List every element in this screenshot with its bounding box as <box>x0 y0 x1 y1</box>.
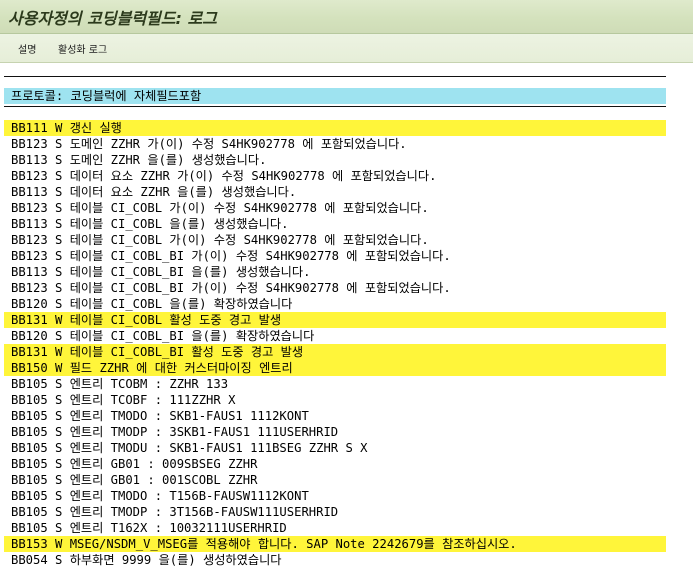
application-toolbar: 설명 활성화 로그 <box>0 34 693 63</box>
log-line: BB105 S 엔트리 TMODP : 3T156B-FAUSW111USERH… <box>11 505 339 519</box>
log-line: BB123 S 테이블 CI_COBL 가(이) 수정 S4HK902778 에… <box>11 201 429 215</box>
log-line: BB105 S 엔트리 GB01 : 009SBSEG ZZHR <box>11 457 258 471</box>
title-bar: 사용자정의 코딩블럭필드: 로그 <box>0 0 693 34</box>
log-line: BB123 S 데이터 요소 ZZHR 가(이) 수정 S4HK902778 에… <box>11 169 437 183</box>
log-line: BB105 S 엔트리 T162X : 10032111USERHRID <box>11 521 287 535</box>
log-line: BB054 S 하부화면 9999 을(를) 생성하였습니다 <box>11 553 282 567</box>
log-line: BB111 W 갱신 실행 <box>4 120 666 136</box>
header-separator <box>4 106 666 107</box>
log-line: BB105 S 엔트리 TMODU : SKB1-FAUS1 111BSEG Z… <box>11 441 368 455</box>
window-title: 사용자정의 코딩블럭필드: 로그 <box>8 9 217 28</box>
protocol-header: 프로토콜: 코딩블럭에 자체필드포함 <box>4 88 666 104</box>
log-line: BB113 S 테이블 CI_COBL_BI 을(를) 생성했습니다. <box>11 265 311 279</box>
log-line: BB123 S 도메인 ZZHR 가(이) 수정 S4HK902778 에 포함… <box>11 137 407 151</box>
log-line: BB105 S 엔트리 TMODO : T156B-FAUSW1112KONT <box>11 489 309 503</box>
log-line: BB113 S 도메인 ZZHR 을(를) 생성했습니다. <box>11 153 267 167</box>
log-content-area: 프로토콜: 코딩블럭에 자체필드포함 BB111 W 갱신 실행 BB123 S … <box>0 63 693 587</box>
log-line: BB150 W 필드 ZZHR 에 대한 커스터마이징 엔트리 <box>4 360 666 376</box>
log-line: BB131 W 테이블 CI_COBL_BI 활성 도중 경고 발생 <box>4 344 666 360</box>
log-message-list: BB111 W 갱신 실행 BB123 S 도메인 ZZHR 가(이) 수정 S4… <box>4 120 666 568</box>
log-line: BB105 S 엔트리 TMODP : 3SKB1-FAUS1 111USERH… <box>11 425 339 439</box>
log-line: BB131 W 테이블 CI_COBL 활성 도중 경고 발생 <box>4 312 666 328</box>
log-line: BB105 S 엔트리 TMODO : SKB1-FAUS1 1112KONT <box>11 409 309 423</box>
log-line: BB120 S 테이블 CI_COBL 을(를) 확장하였습니다 <box>11 297 293 311</box>
log-line: BB105 S 엔트리 TCOBM : ZZHR 133 <box>11 377 229 391</box>
top-separator <box>4 76 666 77</box>
log-line: BB113 S 데이터 요소 ZZHR 을(를) 생성했습니다. <box>11 185 297 199</box>
log-line: BB113 S 테이블 CI_COBL 을(를) 생성했습니다. <box>11 217 289 231</box>
log-line: BB153 W MSEG/NSDM_V_MSEG를 적용해야 합니다. SAP … <box>4 536 666 552</box>
log-line: BB123 S 테이블 CI_COBL 가(이) 수정 S4HK902778 에… <box>11 233 429 247</box>
log-line: BB105 S 엔트리 TCOBF : 111ZZHR X <box>11 393 236 407</box>
activation-log-button[interactable]: 활성화 로그 <box>56 40 109 57</box>
log-line: BB105 S 엔트리 GB01 : 001SCOBL ZZHR <box>11 473 258 487</box>
log-line: BB120 S 테이블 CI_COBL_BI 을(를) 확장하였습니다 <box>11 329 315 343</box>
log-line: BB123 S 테이블 CI_COBL_BI 가(이) 수정 S4HK90277… <box>11 249 451 263</box>
description-button[interactable]: 설명 <box>16 40 38 57</box>
log-line: BB123 S 테이블 CI_COBL_BI 가(이) 수정 S4HK90277… <box>11 281 451 295</box>
